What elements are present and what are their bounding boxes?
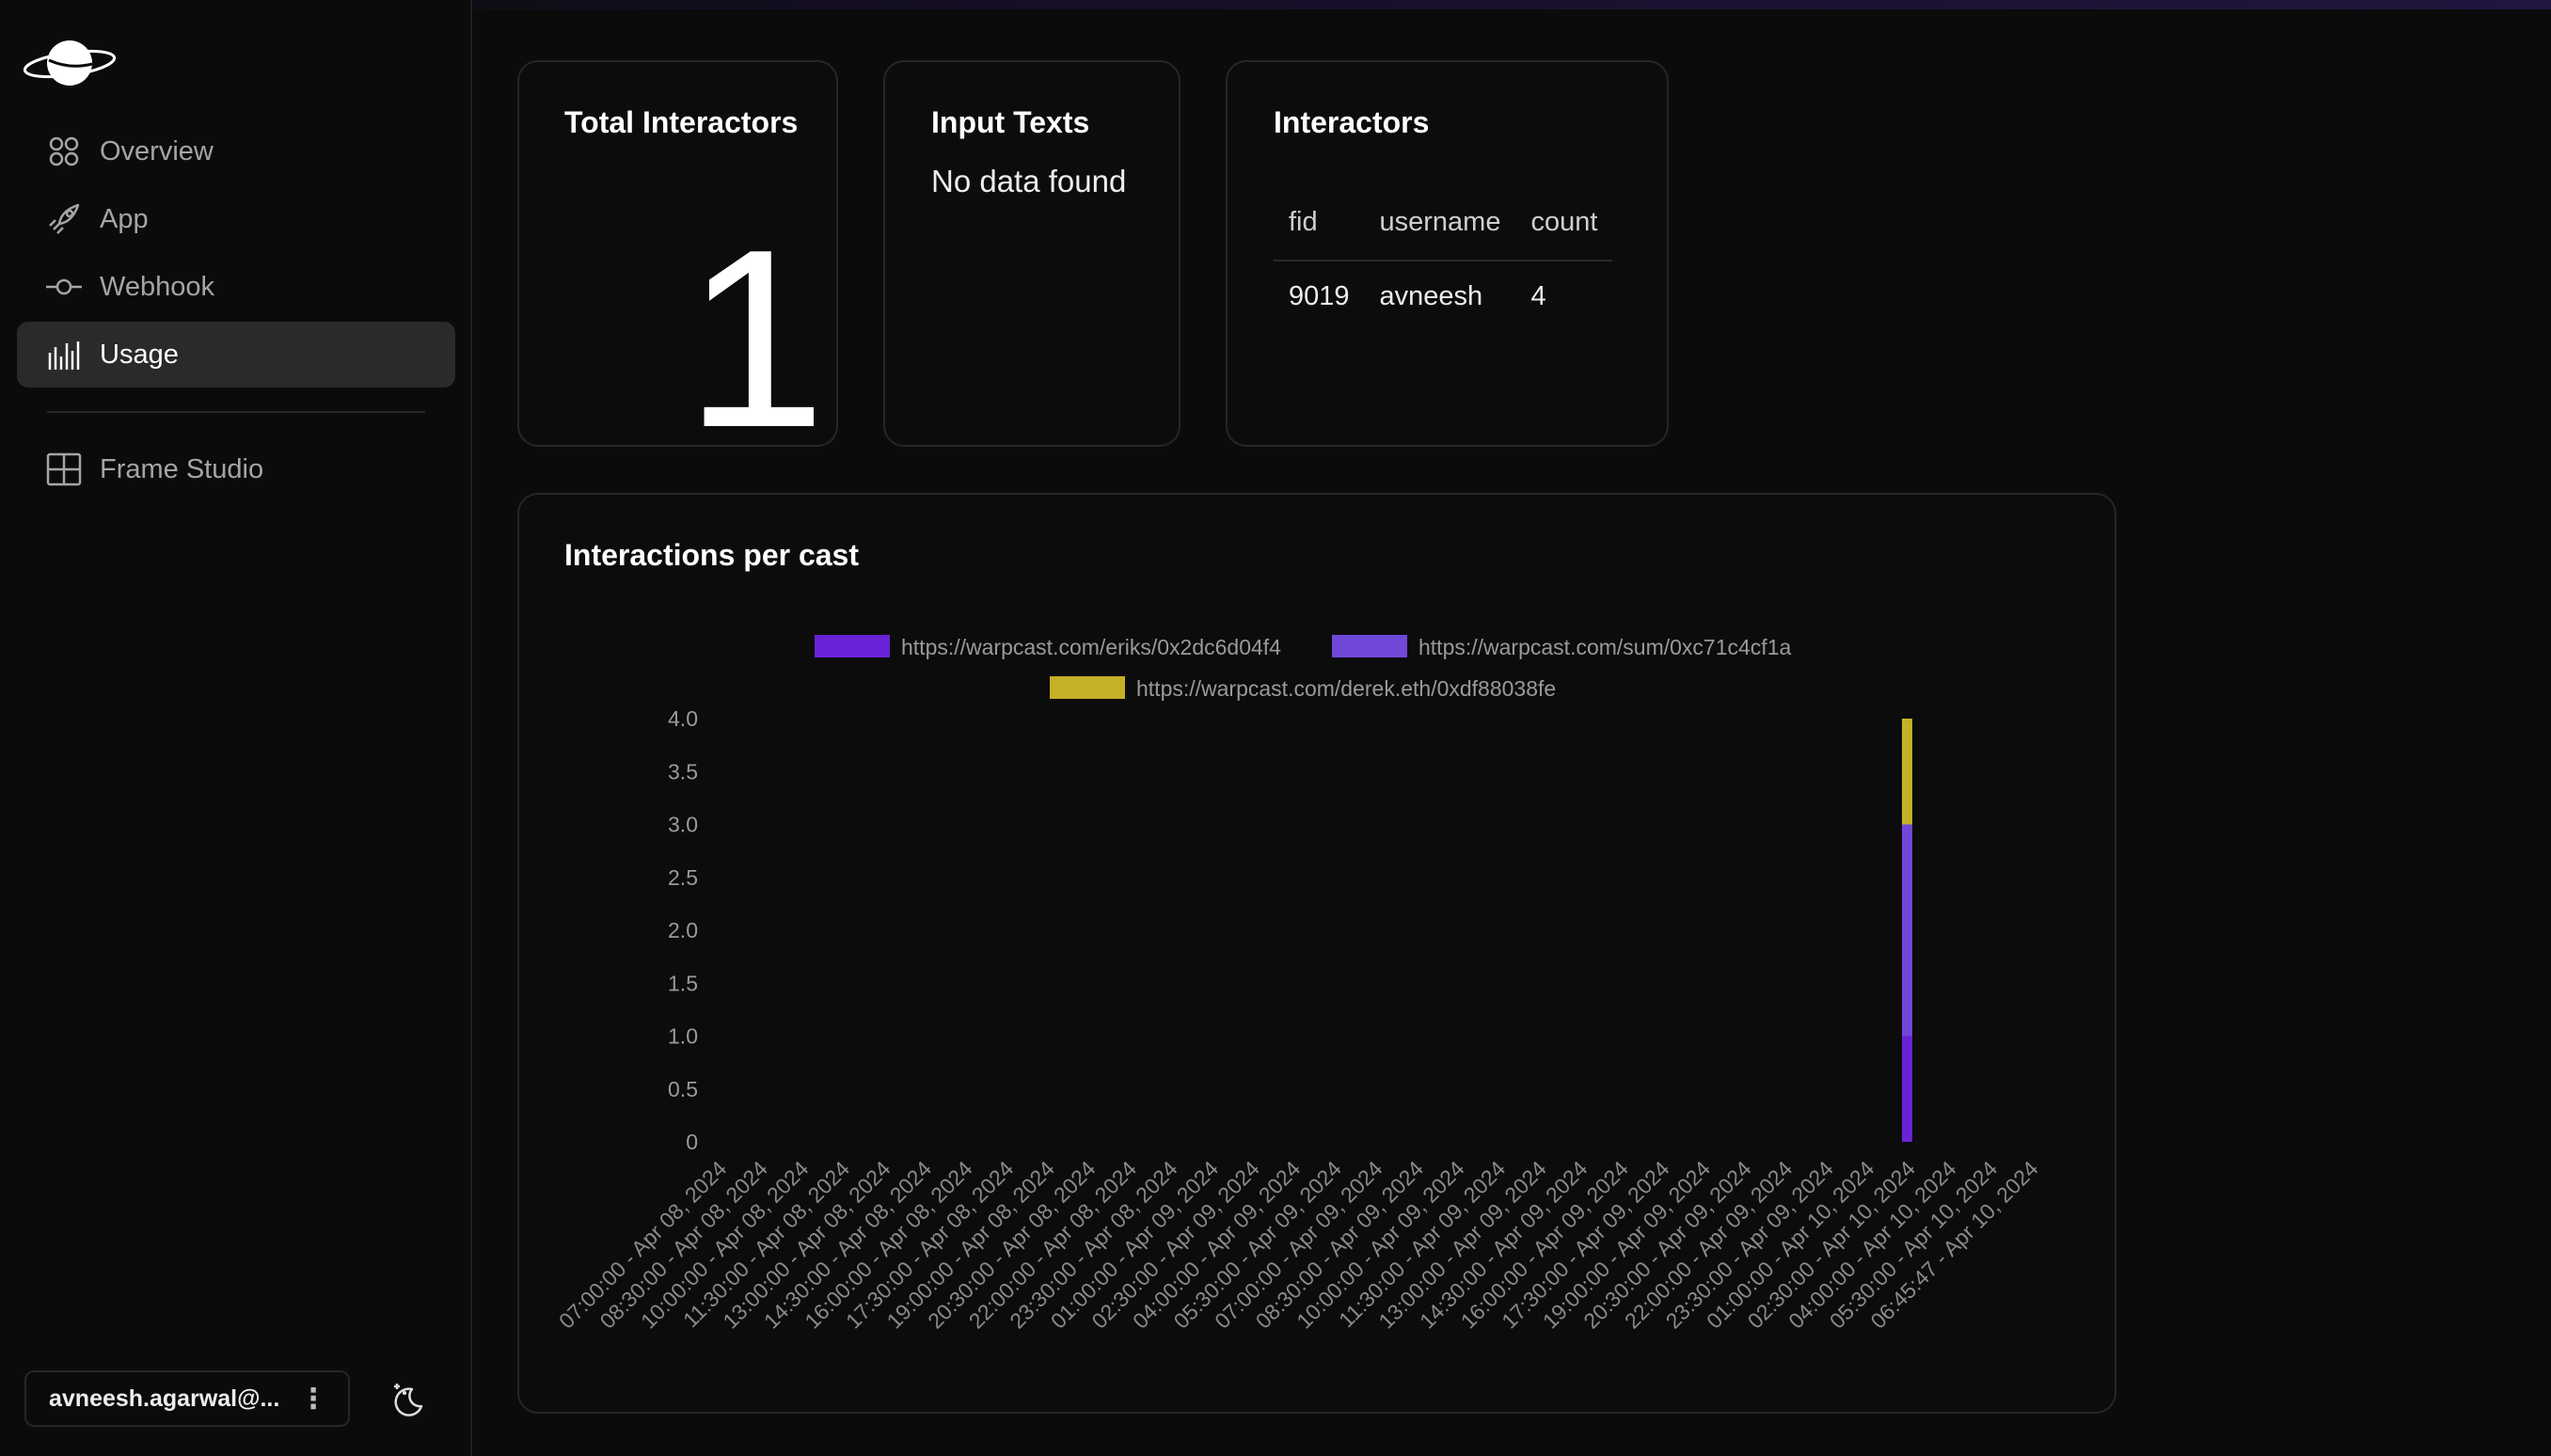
bar-segment (1901, 824, 1912, 1037)
card-title: Interactors (1274, 105, 1430, 139)
table-row: 9019 avneesh 4 (1274, 261, 1612, 331)
sidebar-item-label: Webhook (100, 271, 214, 302)
webhook-icon (45, 268, 83, 306)
sidebar-item-label: Frame Studio (100, 453, 264, 484)
total-interactors-value: 1 (685, 198, 827, 481)
empty-state-text: No data found (931, 164, 1127, 198)
column-header-fid: fid (1274, 184, 1365, 261)
table-header-row: fid username count (1274, 184, 1613, 261)
y-tick-label: 2.5 (668, 865, 698, 890)
column-header-count: count (1515, 184, 1613, 261)
planet-logo-icon[interactable] (23, 36, 117, 88)
interactors-card: Interactors fid username count 9019 avne… (1226, 60, 1669, 447)
legend-label: https://warpcast.com/derek.eth/0xdf88038… (1136, 676, 1556, 701)
legend-label: https://warpcast.com/eriks/0x2dc6d04f4 (901, 635, 1281, 659)
user-menu-button[interactable]: avneesh.agarwal@... ⋮ (24, 1370, 350, 1427)
user-email: avneesh.agarwal@... (49, 1385, 280, 1412)
more-vertical-icon[interactable]: ⋮ (299, 1383, 327, 1416)
legend-swatch (815, 635, 890, 657)
bar-segment (1901, 719, 1912, 825)
interactors-table: fid username count 9019 avneesh 4 (1274, 184, 1613, 331)
legend-swatch (1332, 635, 1407, 657)
sidebar-item-label: App (100, 203, 149, 234)
sidebar-item-frame-studio[interactable]: Frame Studio (17, 436, 455, 502)
bar-chart-icon (45, 336, 83, 373)
total-interactors-card: Total Interactors 1 (517, 60, 838, 467)
input-texts-card: Input Texts No data found (883, 60, 1180, 447)
sidebar-item-webhook[interactable]: Webhook (17, 254, 455, 320)
sidebar-item-label: Usage (100, 339, 179, 370)
layout-grid-icon (45, 451, 83, 488)
legend-swatch (1050, 676, 1125, 699)
y-tick-label: 0.5 (668, 1077, 698, 1101)
cell-fid: 9019 (1289, 280, 1350, 311)
y-tick-label: 3.0 (668, 813, 698, 837)
sidebar: Overview App Webhook Usage Frame Studio … (0, 0, 472, 1456)
card-title: Input Texts (931, 105, 1090, 139)
sidebar-item-overview[interactable]: Overview (17, 119, 455, 184)
sidebar-divider (47, 411, 425, 413)
rocket-icon (45, 200, 83, 238)
legend-label: https://warpcast.com/sum/0xc71c4cf1a (1418, 635, 1791, 659)
bar-segment (1901, 1036, 1912, 1142)
column-header-username: username (1364, 184, 1516, 261)
sidebar-item-app[interactable]: App (17, 186, 455, 252)
y-tick-label: 2.0 (668, 918, 698, 942)
interactions-chart-card: Interactions per cast https://warpcast.c… (517, 493, 2116, 1414)
y-tick-label: 1.5 (668, 971, 698, 995)
sidebar-item-usage[interactable]: Usage (17, 322, 455, 388)
y-tick-label: 0 (686, 1130, 698, 1154)
sidebar-item-label: Overview (100, 135, 214, 166)
y-tick-label: 4.0 (668, 706, 698, 731)
y-tick-label: 1.0 (668, 1024, 698, 1049)
interactions-chart: https://warpcast.com/eriks/0x2dc6d04f4 ht… (554, 635, 2043, 1334)
cell-count: 4 (1530, 280, 1546, 311)
cell-username: avneesh (1379, 280, 1483, 311)
grid-circles-icon (45, 133, 83, 170)
moon-stars-icon[interactable] (386, 1378, 427, 1419)
card-title: Total Interactors (564, 105, 799, 139)
y-tick-label: 3.5 (668, 759, 698, 783)
